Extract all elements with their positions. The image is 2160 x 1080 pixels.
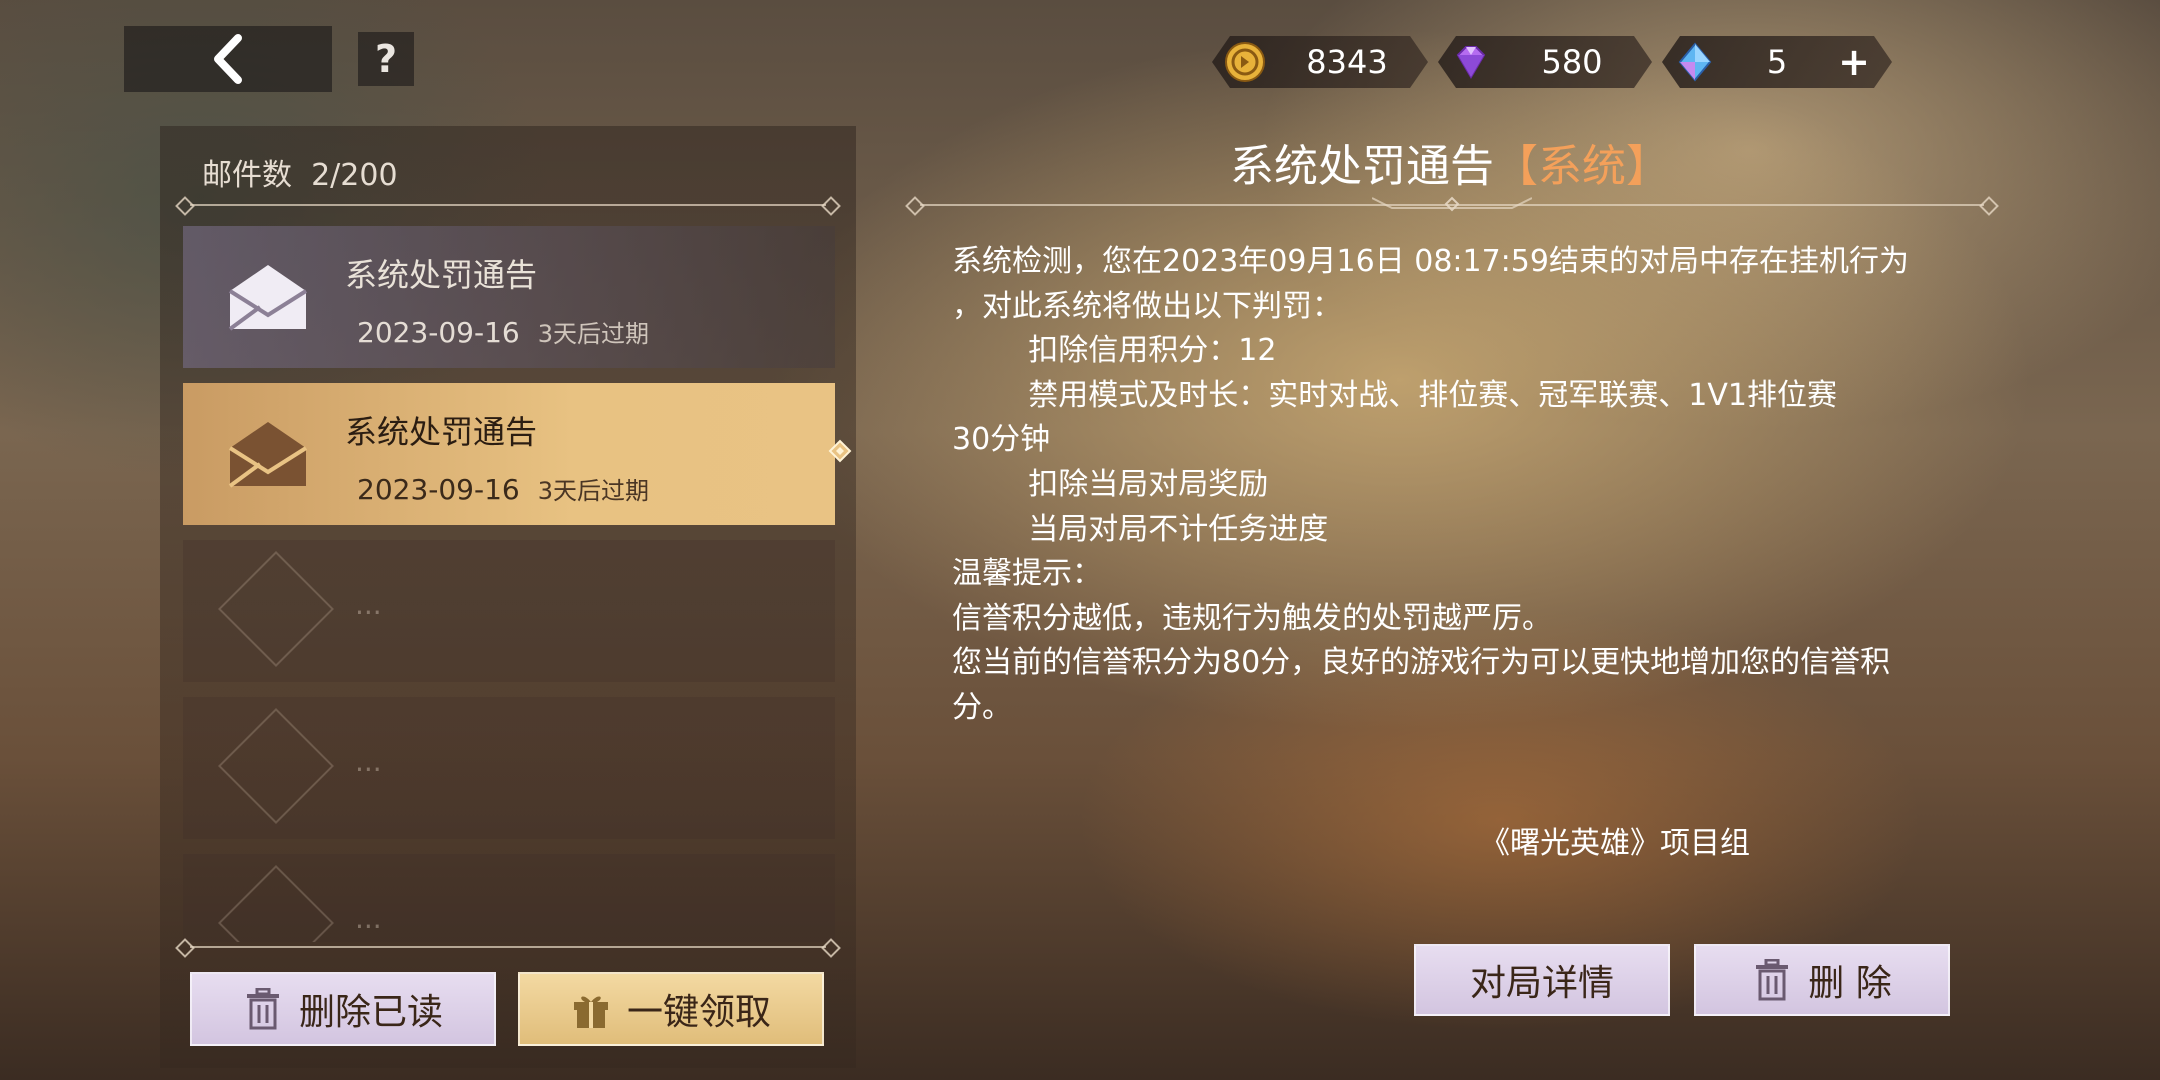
detail-title-text: 系统处罚通告 (1230, 141, 1494, 192)
mail-item-2-selected[interactable]: 系统处罚通告 2023-09-16 3天后过期 (183, 383, 835, 525)
empty-slot-dots: ... (355, 588, 382, 621)
mail-detail-title: 系统处罚通告【系统】 (900, 130, 2000, 194)
back-button[interactable] (124, 26, 332, 92)
detail-line: 扣除当局对局奖励 (952, 466, 1269, 502)
gold-currency: 8343 (1212, 36, 1428, 88)
empty-slot-diamond-icon (218, 865, 334, 942)
detail-line: 您当前的信誉积分为80分，良好的游戏行为可以更快地增加您的信誉积 (952, 645, 1891, 681)
empty-slot-diamond-icon (218, 708, 334, 824)
mail-subject: 系统处罚通告 (345, 413, 538, 451)
trash-icon (246, 988, 279, 1030)
mail-subject: 系统处罚通告 (345, 256, 538, 294)
mail-count-value: 2/200 (311, 158, 398, 193)
detail-line: 扣除信用积分：12 (952, 333, 1277, 369)
empty-slot-diamond-icon (218, 551, 334, 667)
detail-line: 信誉积分越低，违规行为触发的处罚越严厉。 (952, 600, 1552, 636)
trash-icon (1756, 959, 1789, 1001)
add-crystal-button[interactable]: + (1838, 40, 1870, 84)
detail-line: 温馨提示： (952, 556, 1102, 592)
empty-slot-dots: ... (355, 745, 382, 778)
mail-expire: 3天后过期 (537, 477, 650, 505)
match-detail-button[interactable]: 对局详情 (1414, 944, 1670, 1016)
delete-read-button[interactable]: 删除已读 (190, 972, 496, 1046)
list-bottom-divider (190, 946, 826, 948)
claim-all-button[interactable]: 一键领取 (518, 972, 824, 1046)
list-top-divider (190, 204, 826, 206)
help-button[interactable]: ? (358, 32, 414, 86)
gift-icon (573, 996, 608, 1028)
gold-amount: 8343 (1306, 43, 1388, 81)
detail-line: 当局对局不计任务进度 (952, 511, 1329, 547)
mail-date: 2023-09-16 (357, 473, 520, 506)
delete-mail-label: 删 除 (1808, 963, 1892, 1004)
gold-coin-icon (1224, 41, 1266, 83)
detail-title-tag: 【系统】 (1494, 141, 1670, 192)
empty-mail-slot: ... (183, 854, 835, 942)
selected-pointer-icon (828, 439, 852, 463)
envelope-open-icon (228, 422, 308, 488)
crystal-amount: 5 (1766, 43, 1788, 81)
mail-expire: 3天后过期 (537, 320, 650, 348)
crystal-currency: 5 + (1662, 36, 1892, 88)
detail-line: 禁用模式及时长：实时对战、排位赛、冠军联赛、1V1排位赛 (952, 377, 1837, 413)
empty-slot-dots: ... (355, 902, 382, 935)
detail-line: ，对此系统将做出以下判罚： (952, 288, 1342, 324)
gem-currency: 580 (1438, 36, 1652, 88)
empty-mail-slot: ... (183, 697, 835, 839)
match-detail-label: 对局详情 (1469, 963, 1614, 1004)
detail-line: 系统检测，您在2023年09月16日 08:17:59结束的对局中存在挂机行为 (952, 244, 1909, 279)
detail-line: 30分钟 (952, 422, 1051, 458)
mail-detail-body: 系统检测，您在2023年09月16日 08:17:59结束的对局中存在挂机行为 … (952, 240, 1972, 731)
mail-count-label: 邮件数 (202, 158, 292, 193)
mail-date: 2023-09-16 (357, 316, 520, 349)
delete-read-label: 删除已读 (298, 992, 443, 1033)
mail-item-1[interactable]: 系统处罚通告 2023-09-16 3天后过期 (183, 226, 835, 368)
divider-ornament-icon (1372, 196, 1532, 212)
mail-signature: 《曙光英雄》项目组 (1480, 826, 1750, 861)
delete-mail-button[interactable]: 删 除 (1694, 944, 1950, 1016)
claim-all-label: 一键领取 (626, 992, 771, 1033)
empty-mail-slot: ... (183, 540, 835, 682)
mail-count: 邮件数 2/200 (202, 150, 398, 194)
envelope-open-icon (228, 265, 308, 331)
chevron-left-icon (214, 34, 242, 84)
blue-crystal-icon (1674, 41, 1716, 83)
gem-amount: 580 (1541, 43, 1603, 81)
purple-gem-icon (1450, 41, 1492, 83)
detail-line: 分。 (952, 689, 1012, 725)
